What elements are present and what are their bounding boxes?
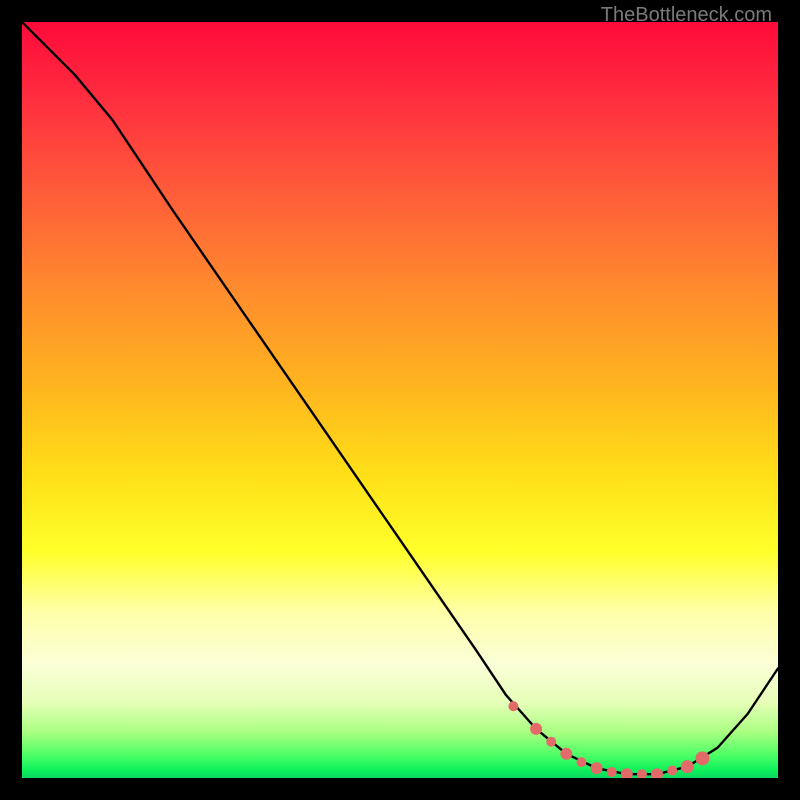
chart-plot-area (22, 22, 778, 778)
marker-point (560, 748, 572, 760)
marker-point (591, 762, 603, 774)
marker-point (667, 765, 677, 775)
watermark-text: TheBottleneck.com (601, 4, 772, 27)
marker-point (621, 768, 633, 778)
marker-point (546, 737, 556, 747)
curve-markers (508, 701, 709, 778)
chart-svg (22, 22, 778, 778)
marker-point (695, 751, 709, 765)
bottleneck-curve (22, 22, 778, 774)
marker-point (530, 723, 542, 735)
marker-point (681, 760, 694, 773)
marker-point (651, 768, 663, 778)
marker-point (508, 701, 518, 711)
marker-point (576, 757, 586, 767)
marker-point (607, 767, 617, 777)
marker-point (637, 769, 647, 778)
